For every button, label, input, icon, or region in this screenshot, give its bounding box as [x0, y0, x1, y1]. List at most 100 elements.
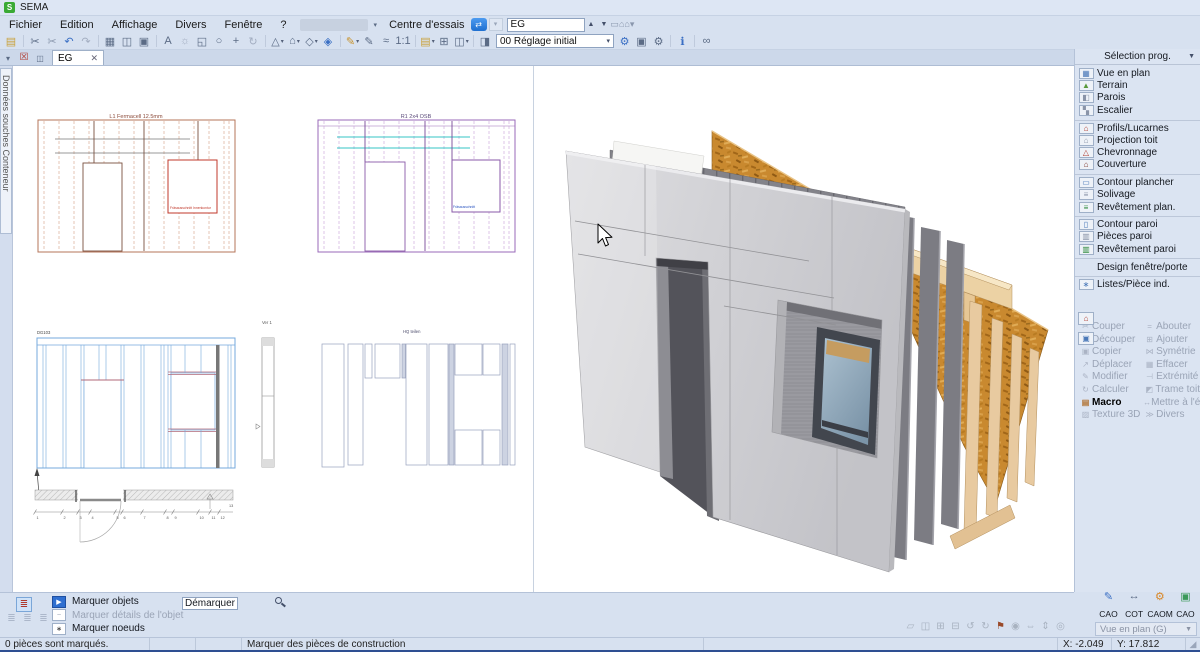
close-view-icon[interactable]: ☒: [16, 52, 32, 65]
sidebar-item-solivage[interactable]: ≡ Solivage: [1075, 189, 1200, 201]
sidebar-item-revetement-paroi[interactable]: ▥ Revêtement paroi: [1075, 243, 1200, 255]
marquer-objets-row[interactable]: ▶ Marquer objets: [52, 595, 183, 608]
binoculars-icon[interactable]: ∞: [698, 34, 715, 49]
nav-icon-8[interactable]: ◉: [1008, 621, 1023, 632]
scale-icon[interactable]: 1:1: [395, 34, 412, 49]
house-view-icon[interactable]: ⌂▾: [286, 34, 303, 49]
nav-icon-2[interactable]: ◫: [918, 621, 933, 632]
nav-icon-11[interactable]: ◎: [1053, 621, 1068, 632]
search-lasso-icon[interactable]: [272, 596, 288, 610]
marquer-noeuds-row[interactable]: ∗ Marquer noeuds: [52, 622, 183, 635]
drawing-canvas[interactable]: L1 Fermacell 12.5mm Fräsausschnitt Innen…: [13, 66, 1074, 592]
pan-icon[interactable]: +: [228, 34, 245, 49]
layers-icon[interactable]: ≈: [378, 34, 395, 49]
menu-item[interactable]: Edition: [51, 18, 103, 32]
sidebar-item-revetement-plan[interactable]: ≡ Revêtement plan.: [1075, 201, 1200, 213]
command-abouter[interactable]: =Abouter: [1143, 320, 1200, 333]
nav-icon-4[interactable]: ⊟: [948, 621, 963, 632]
layer-stack-icon-1[interactable]: ≣: [4, 613, 19, 626]
settings-gear-icon[interactable]: ⚙: [650, 34, 667, 49]
highlight-icon[interactable]: ☼: [177, 34, 194, 49]
zoom-window-icon[interactable]: ◱: [194, 34, 211, 49]
export-sheet-icon[interactable]: ▣: [136, 34, 153, 49]
command-ajouter[interactable]: ⊞Ajouter: [1143, 333, 1200, 346]
support-dropdown-icon[interactable]: ▾: [489, 18, 503, 31]
nav-icon-9[interactable]: ⇔: [1023, 621, 1038, 632]
nav-icon-10[interactable]: ⇕: [1038, 621, 1053, 632]
print-preview-icon[interactable]: ◫: [119, 34, 136, 49]
redacted-dropdown[interactable]: [300, 19, 368, 31]
apply-preset-icon[interactable]: ⚙: [616, 34, 633, 49]
window-layout-icon[interactable]: ◫▾: [453, 34, 470, 49]
command-modifier[interactable]: ✎Modifier: [1079, 371, 1143, 384]
command-divers[interactable]: ≫Divers: [1143, 408, 1200, 421]
redo-icon[interactable]: ↷: [78, 34, 95, 49]
sidebar-item-contour-paroi[interactable]: ▯ Contour paroi: [1075, 216, 1200, 230]
storey-up-icon[interactable]: ▲: [585, 21, 598, 28]
sidebar-item-design-fenetre-porte[interactable]: Design fenêtre/porte: [1075, 258, 1200, 272]
resize-grip[interactable]: ◢: [1186, 638, 1200, 650]
macro-folder-icon[interactable]: ▤▾: [419, 34, 436, 49]
menu-item[interactable]: Fenêtre: [216, 18, 272, 32]
elevation-panel-1[interactable]: L1 Fermacell 12.5mm Fräsausschnitt Innen…: [38, 114, 235, 252]
tab-close-icon[interactable]: ✕: [90, 53, 98, 64]
marquer-details-row[interactable]: ~ Marquer détails de l'objet: [52, 609, 183, 622]
tab-eg[interactable]: EG ✕: [52, 50, 104, 65]
view-mode-combo[interactable]: Vue en plan (G)▼: [1095, 622, 1197, 636]
sidebar-item-couverture[interactable]: ⌂ Couverture: [1075, 159, 1200, 171]
sidebar-item-terrain[interactable]: ▲ Terrain: [1075, 79, 1200, 91]
menu-item[interactable]: ?: [271, 18, 295, 32]
plan-dimension[interactable]: 12345678910111213: [34, 490, 234, 543]
command-macro[interactable]: ▤Macro: [1079, 396, 1143, 409]
perspective-icon[interactable]: ◇▾: [303, 34, 320, 49]
layer-stack-icon-3[interactable]: ≣: [36, 613, 51, 626]
command-extremite[interactable]: ⊣Extrémité: [1143, 371, 1200, 384]
storey-combo[interactable]: EG: [507, 18, 585, 32]
undo-icon[interactable]: ↶: [61, 34, 78, 49]
copy-preset-icon[interactable]: ▣: [633, 34, 650, 49]
demarquer-button[interactable]: Démarquer: [182, 597, 238, 610]
sidebar-item-projection-toit[interactable]: ⌂ Projection toit: [1075, 134, 1200, 146]
layer-stack-icon-2[interactable]: ≣: [20, 613, 35, 626]
new-sheet-icon[interactable]: ▭: [610, 19, 619, 29]
print-icon[interactable]: ▦: [102, 34, 119, 49]
pen-settings-icon[interactable]: ✎: [361, 34, 378, 49]
command-texture-3d[interactable]: ▨Texture 3D: [1079, 408, 1143, 421]
remote-support-icon[interactable]: ⇄: [471, 18, 487, 31]
command-trame-toit[interactable]: ◩Trame toit: [1143, 383, 1200, 396]
view-3d-icon[interactable]: ◈: [320, 34, 337, 49]
building-options-icon[interactable]: ▾: [630, 19, 635, 29]
sidebar-item-escalier[interactable]: ▚ Escalier: [1075, 104, 1200, 116]
sidebar-item-listes-piece-ind[interactable]: ∗ Listes/Pièce ind.: [1075, 276, 1200, 290]
command-symetrie[interactable]: ⋈Symétrie: [1143, 345, 1200, 358]
preset-combo[interactable]: 00 Réglage initial▾: [496, 34, 614, 48]
section-strip[interactable]: Ver 1: [256, 320, 274, 467]
menu-item[interactable]: Fichier: [0, 18, 51, 32]
command-calculer[interactable]: ↻Calculer: [1079, 383, 1143, 396]
preset-tag-icon[interactable]: ◨: [477, 34, 494, 49]
nav-icon-6[interactable]: ↻: [978, 621, 993, 632]
command-effacer[interactable]: ▦Effacer: [1143, 358, 1200, 371]
piece-drawings[interactable]: HQ teilen: [322, 329, 515, 467]
storey-down-icon[interactable]: ▼: [597, 21, 610, 28]
macro-roof-icon[interactable]: ⌂: [1078, 312, 1094, 325]
match-pencil-icon[interactable]: ✎▾: [344, 34, 361, 49]
plumb-icon[interactable]: △▾: [269, 34, 286, 49]
nav-icon-3[interactable]: ⊞: [933, 621, 948, 632]
open-folder-icon[interactable]: ▤: [3, 34, 20, 49]
macro-window-icon[interactable]: ▣: [1078, 332, 1094, 345]
layer-filter-button[interactable]: ≣: [16, 597, 32, 612]
sidebar-item-chevronnage[interactable]: △ Chevronnage: [1075, 146, 1200, 158]
sidebar-item-parois[interactable]: ◧ Parois: [1075, 92, 1200, 104]
chevron-down-icon[interactable]: ▾: [370, 21, 382, 29]
info-icon[interactable]: ℹ: [674, 34, 691, 49]
command-copier[interactable]: ▣Copier: [1079, 345, 1143, 358]
pane-3d-view[interactable]: [534, 66, 1074, 592]
command-mettre-a-l-echelle[interactable]: ↔Mettre à l'éc: [1143, 396, 1200, 409]
command-deplacer[interactable]: ↗Déplacer: [1079, 358, 1143, 371]
pane-2d-drawings[interactable]: L1 Fermacell 12.5mm Fräsausschnitt Innen…: [13, 66, 534, 592]
sidebar-item-vue-en-plan[interactable]: ▦ Vue en plan: [1075, 67, 1200, 79]
selection-prog-header[interactable]: Sélection prog.▼: [1075, 49, 1200, 65]
sidebar-item-contour-plancher[interactable]: ▭ Contour plancher: [1075, 174, 1200, 188]
frame-elevation[interactable]: DG103: [35, 330, 236, 494]
